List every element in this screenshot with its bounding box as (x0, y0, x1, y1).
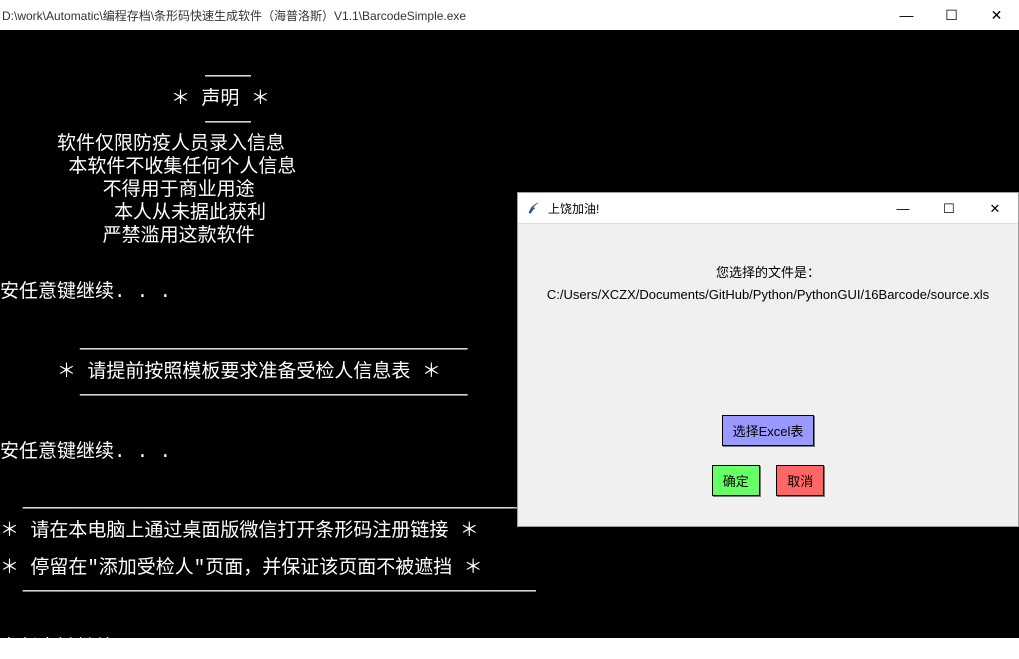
selected-file-label: 您选择的文件是： (716, 265, 820, 280)
dialog-window-controls: — ☐ ✕ (880, 193, 1018, 224)
confirm-row: 确定 取消 (518, 465, 1018, 496)
dialog-title-text: 上饶加油! (548, 200, 599, 217)
minimize-button[interactable]: — (884, 0, 929, 30)
tk-feather-icon (526, 200, 542, 216)
select-row: 选择Excel表 (518, 415, 1018, 446)
selected-file-path: C:/Users/XCZX/Documents/GitHub/Python/Py… (547, 287, 989, 302)
console-line: 软件仅限防疫人员录入信息 (0, 133, 1019, 156)
console-line: ———— (0, 111, 1019, 134)
dialog-maximize-button[interactable]: ☐ (926, 193, 972, 224)
maximize-button[interactable]: ☐ (929, 0, 974, 30)
select-excel-button[interactable]: 选择Excel表 (722, 415, 815, 446)
dialog-window: 上饶加油! — ☐ ✕ 您选择的文件是： C:/Users/XCZX/Docume… (517, 192, 1019, 527)
main-title-text: D:\work\Automatic\编程存档\条形码快速生成软件（海普洛斯）V1… (2, 7, 466, 24)
console-line: 本软件不收集任何个人信息 (0, 156, 1019, 179)
dialog-minimize-button[interactable]: — (880, 193, 926, 224)
press-key-prompt: 安任意键继续. . . (0, 637, 1019, 659)
ok-button[interactable]: 确定 (712, 465, 760, 496)
console-separator: ————————————————————————————————————————… (0, 580, 1019, 603)
dialog-titlebar[interactable]: 上饶加油! — ☐ ✕ (518, 193, 1018, 224)
console-line: ＊ 声明 ＊ (0, 88, 1019, 111)
main-window-controls: — ☐ ✕ (884, 0, 1019, 30)
console-line: ———— (0, 65, 1019, 88)
dialog-body: 您选择的文件是： C:/Users/XCZX/Documents/GitHub/P… (518, 224, 1018, 306)
cancel-button[interactable]: 取消 (776, 465, 824, 496)
console-line: ＊ 停留在"添加受检人"页面，并保证该页面不被遮挡 ＊ (0, 557, 1019, 580)
close-button[interactable]: ✕ (974, 0, 1019, 30)
dialog-close-button[interactable]: ✕ (972, 193, 1018, 224)
main-titlebar[interactable]: D:\work\Automatic\编程存档\条形码快速生成软件（海普洛斯）V1… (0, 0, 1019, 30)
